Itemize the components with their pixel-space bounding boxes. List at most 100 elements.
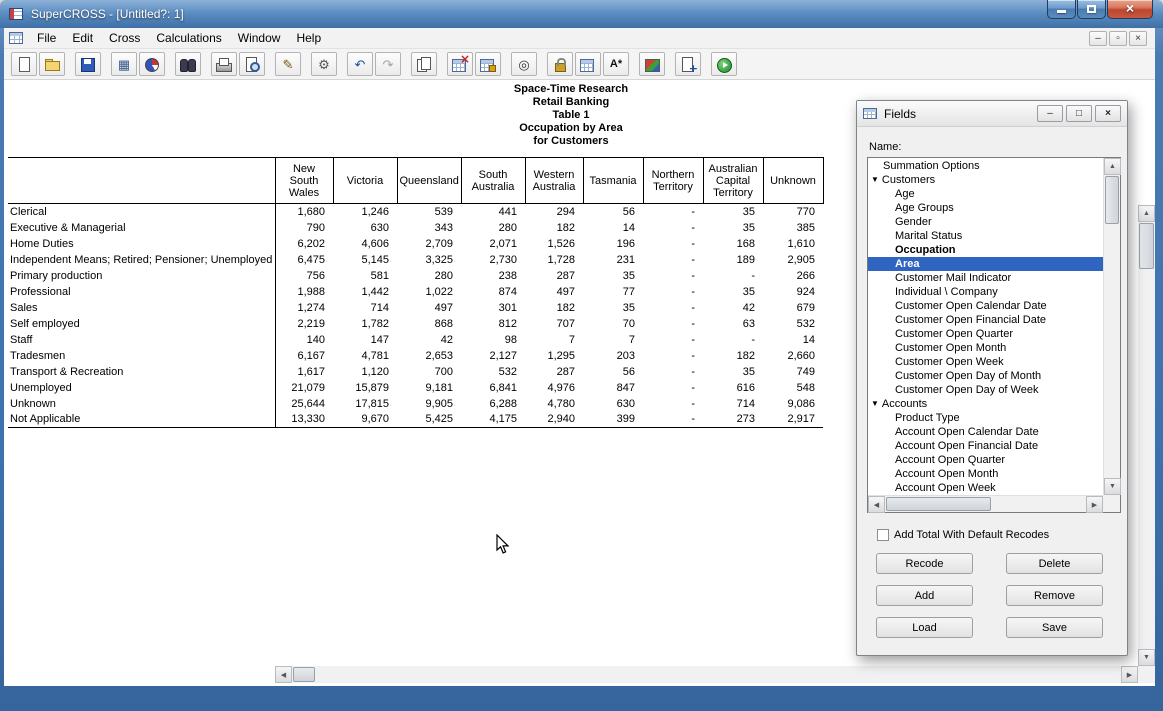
fields-button[interactable] (575, 52, 601, 76)
scroll-right-button[interactable]: ▶ (1121, 666, 1138, 683)
value-cell[interactable]: 35 (703, 284, 763, 300)
value-cell[interactable]: 9,086 (763, 396, 823, 412)
fields-list-vertical-scrollbar[interactable]: ▲ ▼ (1103, 158, 1120, 495)
table-view-button[interactable]: ▦ (111, 52, 137, 76)
value-cell[interactable]: 98 (461, 332, 525, 348)
row-label-cell[interactable]: Professional (8, 284, 275, 300)
app-icon[interactable] (9, 8, 23, 20)
value-cell[interactable]: 294 (525, 204, 583, 220)
recode-button[interactable]: Recode (876, 553, 973, 574)
column-header-south-australia[interactable]: South Australia (461, 158, 525, 204)
field-item-customer-open-quarter[interactable]: Customer Open Quarter (868, 327, 1103, 341)
map-button[interactable] (639, 52, 665, 76)
font-button[interactable]: A* (603, 52, 629, 76)
field-item-marital-status[interactable]: Marital Status (868, 229, 1103, 243)
value-cell[interactable]: 70 (583, 316, 643, 332)
value-cell[interactable]: - (703, 268, 763, 284)
fields-minimize-button[interactable] (1037, 105, 1063, 122)
value-cell[interactable]: 196 (583, 236, 643, 252)
value-cell[interactable]: 497 (525, 284, 583, 300)
export-button[interactable] (675, 52, 701, 76)
value-cell[interactable]: 4,781 (333, 348, 397, 364)
fields-maximize-button[interactable] (1066, 105, 1092, 122)
fields-scroll-up-button[interactable]: ▲ (1104, 158, 1121, 175)
value-cell[interactable]: 1,295 (525, 348, 583, 364)
scroll-up-button[interactable]: ▲ (1138, 205, 1155, 222)
horizontal-scrollbar[interactable]: ◀ ▶ (275, 666, 1138, 683)
field-item-account-open-financial-date[interactable]: Account Open Financial Date (868, 439, 1103, 453)
redo-button[interactable]: ↷ (375, 52, 401, 76)
value-cell[interactable]: 287 (525, 268, 583, 284)
column-header-tasmania[interactable]: Tasmania (583, 158, 643, 204)
row-label-cell[interactable]: Sales (8, 300, 275, 316)
fields-dialog-titlebar[interactable]: Fields (857, 101, 1127, 127)
value-cell[interactable]: 13,330 (275, 412, 333, 428)
value-cell[interactable]: 399 (583, 412, 643, 428)
value-cell[interactable]: 140 (275, 332, 333, 348)
row-label-cell[interactable]: Not Applicable (8, 412, 275, 428)
field-item-individual-company[interactable]: Individual \ Company (868, 285, 1103, 299)
child-restore-button[interactable] (1109, 31, 1127, 46)
value-cell[interactable]: 273 (703, 412, 763, 428)
value-cell[interactable]: 301 (461, 300, 525, 316)
row-label-cell[interactable]: Staff (8, 332, 275, 348)
value-cell[interactable]: 6,167 (275, 348, 333, 364)
value-cell[interactable]: 231 (583, 252, 643, 268)
value-cell[interactable]: 1,728 (525, 252, 583, 268)
value-cell[interactable]: 4,175 (461, 412, 525, 428)
field-item-account-open-month[interactable]: Account Open Month (868, 467, 1103, 481)
field-item-age-groups[interactable]: Age Groups (868, 201, 1103, 215)
value-cell[interactable]: 2,917 (763, 412, 823, 428)
column-header-victoria[interactable]: Victoria (333, 158, 397, 204)
value-cell[interactable]: 924 (763, 284, 823, 300)
vertical-scroll-thumb[interactable] (1139, 223, 1154, 269)
value-cell[interactable]: 749 (763, 364, 823, 380)
remove-button[interactable]: Remove (1006, 585, 1103, 606)
save-button[interactable]: Save (1006, 617, 1103, 638)
value-cell[interactable]: 9,181 (397, 380, 461, 396)
field-item-accounts[interactable]: ▼Accounts (868, 397, 1103, 411)
value-cell[interactable]: - (703, 332, 763, 348)
add-total-checkbox-row[interactable]: Add Total With Default Recodes (877, 529, 1049, 541)
value-cell[interactable]: 2,940 (525, 412, 583, 428)
value-cell[interactable]: 42 (703, 300, 763, 316)
field-item-customer-open-calendar-date[interactable]: Customer Open Calendar Date (868, 299, 1103, 313)
value-cell[interactable]: 35 (703, 204, 763, 220)
value-cell[interactable]: 1,988 (275, 284, 333, 300)
tree-collapse-arrow-icon[interactable]: ▼ (871, 175, 879, 184)
value-cell[interactable]: 17,815 (333, 396, 397, 412)
derivations-button[interactable]: ⚙ (311, 52, 337, 76)
row-label-cell[interactable]: Unknown (8, 396, 275, 412)
menu-cross[interactable]: Cross (101, 31, 148, 45)
value-cell[interactable]: 847 (583, 380, 643, 396)
value-cell[interactable]: 35 (583, 268, 643, 284)
menu-file[interactable]: File (29, 31, 64, 45)
print-button[interactable] (211, 52, 237, 76)
menu-edit[interactable]: Edit (64, 31, 101, 45)
field-item-customer-open-day-of-week[interactable]: Customer Open Day of Week (868, 383, 1103, 397)
row-label-cell[interactable]: Executive & Managerial (8, 220, 275, 236)
title-bar[interactable]: SuperCROSS - [Untitled?: 1] (0, 0, 1163, 28)
value-cell[interactable]: 14 (583, 220, 643, 236)
tree-collapse-arrow-icon[interactable]: ▼ (871, 399, 879, 408)
value-cell[interactable]: 1,526 (525, 236, 583, 252)
value-cell[interactable]: - (643, 268, 703, 284)
row-label-cell[interactable]: Primary production (8, 268, 275, 284)
value-cell[interactable]: 168 (703, 236, 763, 252)
undo-button[interactable]: ↶ (347, 52, 373, 76)
value-cell[interactable]: - (643, 236, 703, 252)
value-cell[interactable]: 280 (397, 268, 461, 284)
field-item-customer-open-week[interactable]: Customer Open Week (868, 355, 1103, 369)
find-button[interactable] (175, 52, 201, 76)
child-minimize-button[interactable] (1089, 31, 1107, 46)
scroll-down-button[interactable]: ▼ (1138, 649, 1155, 666)
field-item-customers[interactable]: ▼Customers (868, 173, 1103, 187)
go-button[interactable] (711, 52, 737, 76)
value-cell[interactable]: - (643, 204, 703, 220)
vertical-scrollbar[interactable]: ▲ ▼ (1138, 205, 1155, 666)
value-cell[interactable]: 4,976 (525, 380, 583, 396)
column-header-new-south-wales[interactable]: New South Wales (275, 158, 333, 204)
fields-scroll-right-button[interactable]: ▶ (1086, 496, 1103, 513)
add-total-checkbox[interactable] (877, 529, 889, 541)
value-cell[interactable]: 868 (397, 316, 461, 332)
